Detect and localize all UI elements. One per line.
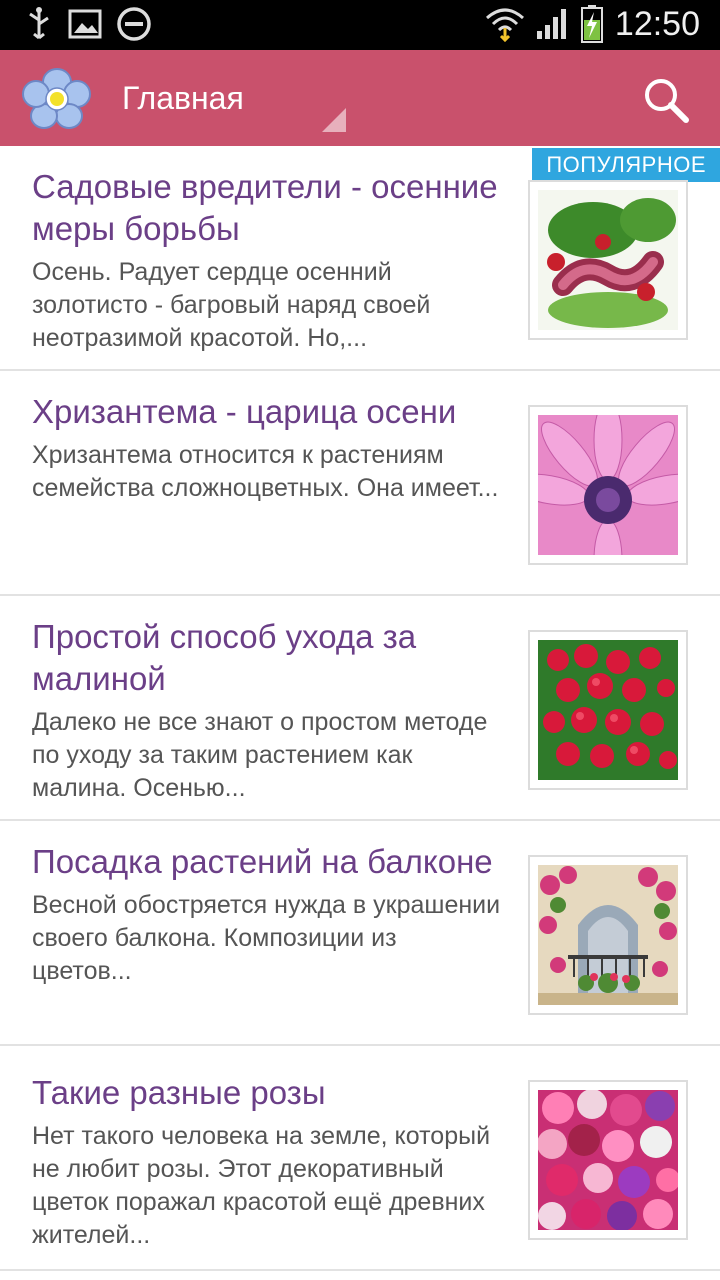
wifi-icon: [485, 8, 524, 42]
action-bar: Главная: [0, 50, 720, 146]
article-description: Весной обостряется нужда в украшении сво…: [32, 891, 501, 985]
image-icon: [68, 9, 102, 39]
article-description: Далеко не все знают о простом методе по …: [32, 708, 488, 802]
balcony-image-icon: [538, 865, 678, 1005]
article-description: Хризантема относится к растениям семейст…: [32, 441, 499, 502]
flower-logo-icon[interactable]: [22, 66, 92, 130]
list-item[interactable]: Такие разные розы Нет такого человека на…: [0, 1046, 720, 1271]
caterpillar-image-icon: [538, 190, 678, 330]
raspberry-image-icon: [538, 640, 678, 780]
article-title: Такие разные розы: [32, 1074, 326, 1111]
list-item[interactable]: Посадка растений на балконе Весной обост…: [0, 821, 720, 1046]
article-thumbnail: [528, 1080, 688, 1240]
article-description: Нет такого человека на земле, который не…: [32, 1122, 491, 1249]
chrysanthemum-image-icon: [538, 415, 678, 555]
article-title: Хризантема - царица осени: [32, 393, 457, 430]
article-title: Посадка растений на балконе: [32, 843, 493, 880]
article-thumbnail: [528, 180, 688, 340]
list-item[interactable]: Простой способ ухода за малиной Далеко н…: [0, 596, 720, 821]
article-thumbnail: [528, 405, 688, 565]
clock: 12:50: [614, 4, 700, 43]
roses-image-icon: [538, 1090, 678, 1230]
list-item[interactable]: Хризантема - царица осени Хризантема отн…: [0, 371, 720, 596]
popular-badge: ПОПУЛЯРНОЕ: [532, 148, 720, 182]
article-thumbnail: [528, 630, 688, 790]
article-description: Осень. Радует сердце осенний золотисто -…: [32, 258, 431, 352]
screen-title[interactable]: Главная: [122, 80, 244, 117]
spinner-dropdown-icon[interactable]: [322, 108, 346, 132]
article-title: Простой способ ухода за малиной: [32, 618, 417, 697]
do-not-disturb-icon: [117, 7, 151, 41]
article-thumbnail: [528, 855, 688, 1015]
battery-icon: [580, 5, 603, 43]
usb-icon: [29, 7, 49, 40]
signal-icon: [536, 9, 566, 39]
article-title: Садовые вредители - осенние меры борьбы: [32, 168, 498, 247]
search-icon[interactable]: [642, 76, 690, 124]
list-item[interactable]: Садовые вредители - осенние меры борьбы …: [0, 146, 720, 371]
article-list: Садовые вредители - осенние меры борьбы …: [0, 146, 720, 1271]
status-bar: 12:50: [0, 0, 720, 50]
